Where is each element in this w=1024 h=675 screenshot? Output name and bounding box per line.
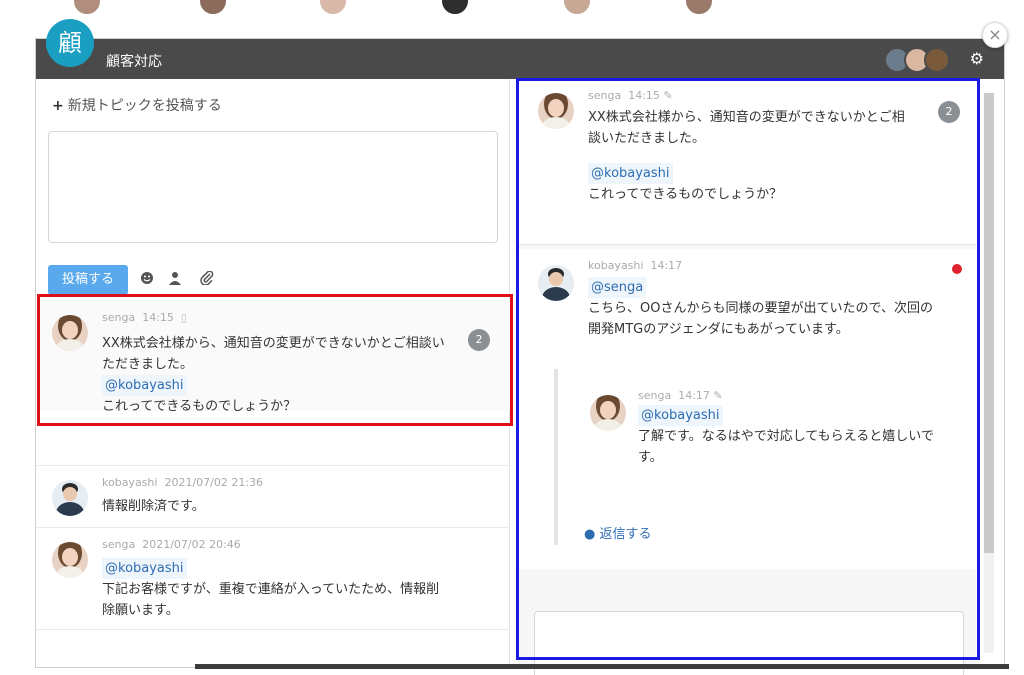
speech-bubble-icon: ● bbox=[584, 527, 596, 542]
message-text: XX株式会社様から、通知音の変更ができないかとご相談い bbox=[102, 336, 445, 351]
scrollbar[interactable] bbox=[984, 93, 994, 653]
mention[interactable]: @kobayashi bbox=[102, 375, 187, 396]
thread-pane: senga 14:15 ✎ XX株式会社様から、通知音の変更ができないかとご相 … bbox=[518, 79, 976, 675]
thread-reply: kobayashi 14:17 @senga こちら、OOさんからも同様の要望が… bbox=[518, 249, 976, 569]
avatar bbox=[52, 542, 88, 578]
divider bbox=[36, 629, 510, 630]
author-name: senga bbox=[102, 311, 136, 324]
window-title: 顧客対応 bbox=[106, 54, 162, 70]
mention[interactable]: @kobayashi bbox=[638, 405, 723, 426]
topic-window: 顧客対応 ⚙ 顧 + 新規トピックを投稿する 投稿する senga 14:15 … bbox=[35, 19, 1005, 675]
user-icon[interactable] bbox=[168, 271, 182, 285]
post-button[interactable]: 投稿する bbox=[48, 265, 128, 295]
message-text: これってできるものでしょうか？ bbox=[102, 399, 297, 414]
message-body: 情報削除済です。 bbox=[102, 496, 205, 517]
message-text: ただきました。 bbox=[102, 357, 194, 372]
bottom-bar bbox=[195, 664, 1009, 669]
message-text: 開発MTGのアジェンダにもあがっています。 bbox=[588, 322, 849, 337]
new-topic-link[interactable]: + 新規トピックを投稿する bbox=[52, 95, 222, 115]
message-meta: kobayashi 2021/07/02 21:36 bbox=[102, 476, 263, 489]
title-bar: 顧客対応 ⚙ bbox=[36, 39, 1004, 79]
message-text: 談いただきました。 bbox=[588, 131, 706, 146]
reply-count-badge: 2 bbox=[938, 101, 960, 123]
message-meta: senga 14:17 ✎ bbox=[638, 389, 723, 402]
top-avatar-strip bbox=[0, 0, 1024, 22]
list-item[interactable]: senga 14:15 ▯ XX株式会社様から、通知音の変更ができないかとご相談… bbox=[36, 299, 510, 414]
page: × 顧客対応 ⚙ 顧 + 新規トピックを投稿する 投稿する senga 14:1… bbox=[0, 0, 1024, 675]
mention[interactable]: @senga bbox=[588, 277, 647, 298]
close-button[interactable]: × bbox=[982, 22, 1008, 48]
avatar[interactable] bbox=[318, 0, 348, 16]
channel-logo: 顧 bbox=[46, 19, 94, 67]
mention[interactable]: @kobayashi bbox=[588, 163, 673, 184]
gear-icon[interactable]: ⚙ bbox=[970, 49, 984, 68]
avatar[interactable] bbox=[562, 0, 592, 16]
timestamp: 14:15 bbox=[142, 311, 174, 324]
message-text: 下記お客様ですが、重複で連絡が入っていたため、情報削 bbox=[102, 582, 440, 597]
mention[interactable]: @kobayashi bbox=[102, 558, 187, 579]
message-text: す。 bbox=[638, 450, 663, 465]
list-item[interactable]: kobayashi 2021/07/02 21:36 情報削除済です。 bbox=[36, 466, 510, 526]
author-name: kobayashi bbox=[102, 476, 158, 489]
thread-parent-message: senga 14:15 ✎ XX株式会社様から、通知音の変更ができないかとご相 … bbox=[518, 79, 976, 245]
message-meta: senga 14:15 ▯ bbox=[102, 311, 187, 324]
avatar bbox=[52, 315, 88, 351]
avatar bbox=[52, 480, 88, 516]
message-body: @kobayashi 了解です。なるはやで対応してもらえると嬉しいで す。 bbox=[638, 405, 934, 468]
timestamp: 14:15 bbox=[628, 89, 660, 102]
timestamp: 2021/07/02 21:36 bbox=[164, 476, 264, 489]
edit-icon[interactable]: ✎ bbox=[663, 89, 672, 102]
message-meta: kobayashi 14:17 bbox=[588, 259, 682, 272]
member-avatars[interactable] bbox=[884, 47, 956, 73]
reply-label: 返信する bbox=[599, 527, 652, 542]
emoji-icon[interactable] bbox=[140, 271, 154, 285]
topic-compose-input[interactable] bbox=[48, 131, 498, 243]
reply-button[interactable]: ● 返信する bbox=[584, 523, 652, 542]
message-text: 情報削除済です。 bbox=[102, 499, 205, 514]
new-topic-label: 新規トピックを投稿する bbox=[67, 98, 222, 114]
unread-indicator bbox=[952, 264, 962, 274]
message-body: XX株式会社様から、通知音の変更ができないかとご相 談いただきました。 @kob… bbox=[588, 107, 905, 205]
nested-reply-bar bbox=[554, 369, 558, 545]
message-meta: senga 2021/07/02 20:46 bbox=[102, 538, 241, 551]
message-text: XX株式会社様から、通知音の変更ができないかとご相 bbox=[588, 110, 905, 125]
message-text: 除願います。 bbox=[102, 603, 179, 618]
topic-list-pane: + 新規トピックを投稿する 投稿する senga 14:15 ▯ XX株式会社様か… bbox=[36, 79, 510, 667]
avatar[interactable] bbox=[684, 0, 714, 16]
avatar bbox=[538, 93, 574, 129]
close-icon: × bbox=[988, 25, 1002, 44]
author-name: kobayashi bbox=[588, 259, 644, 272]
avatar bbox=[590, 395, 626, 431]
message-text: これってできるものでしょうか？ bbox=[588, 187, 783, 202]
avatar bbox=[924, 47, 950, 73]
author-name: senga bbox=[638, 389, 672, 402]
plus-icon: + bbox=[52, 98, 64, 114]
timestamp: 14:17 bbox=[678, 389, 710, 402]
message-meta: senga 14:15 ✎ bbox=[588, 89, 673, 102]
edit-icon[interactable]: ✎ bbox=[713, 389, 722, 402]
avatar bbox=[538, 265, 574, 301]
message-text: 了解です。なるはやで対応してもらえると嬉しいで bbox=[638, 429, 934, 444]
timestamp: 14:17 bbox=[650, 259, 683, 272]
message-body: @kobayashi 下記お客様ですが、重複で連絡が入っていたため、情報削 除願… bbox=[102, 558, 439, 621]
author-name: senga bbox=[102, 538, 136, 551]
message-text: こちら、OOさんからも同様の要望が出ていたので、次回の bbox=[588, 301, 933, 316]
avatar[interactable] bbox=[72, 0, 102, 16]
reply-count-badge: 2 bbox=[468, 329, 490, 351]
list-item[interactable]: senga 2021/07/02 20:46 @kobayashi 下記お客様で… bbox=[36, 528, 510, 632]
attach-icon[interactable] bbox=[200, 271, 214, 285]
copy-icon[interactable]: ▯ bbox=[181, 311, 187, 324]
scrollbar-thumb[interactable] bbox=[984, 93, 994, 553]
avatar[interactable] bbox=[440, 0, 470, 16]
timestamp: 2021/07/02 20:46 bbox=[142, 538, 241, 551]
author-name: senga bbox=[588, 89, 622, 102]
message-body: @senga こちら、OOさんからも同様の要望が出ていたので、次回の 開発MTG… bbox=[588, 277, 933, 340]
avatar[interactable] bbox=[198, 0, 228, 16]
message-body: XX株式会社様から、通知音の変更ができないかとご相談い ただきました。 @kob… bbox=[102, 333, 445, 417]
